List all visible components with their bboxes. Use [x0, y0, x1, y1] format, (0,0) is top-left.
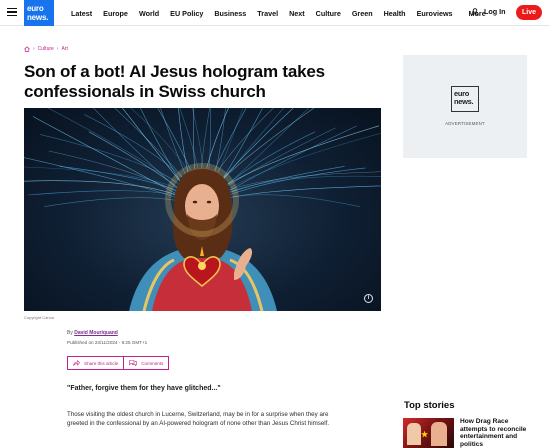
nav-latest[interactable]: Latest — [71, 9, 92, 18]
comments-label: Comments — [141, 360, 164, 366]
published-date: Published on 23/11/2024 - 9:25 GMT+1 — [67, 340, 148, 345]
article-body: Those visiting the oldest church in Luce… — [67, 411, 330, 428]
nav-health[interactable]: Health — [384, 9, 406, 18]
article-lead-quote: "Father, forgive them for they have glit… — [67, 385, 221, 392]
share-button[interactable]: Share this article — [67, 356, 125, 370]
site-header: euro news. Latest Europe World EU Policy… — [0, 0, 550, 26]
nav-europe[interactable]: Europe — [103, 9, 128, 18]
top-stories-heading: Top stories — [404, 400, 455, 411]
nav-eu-policy[interactable]: EU Policy — [170, 9, 203, 18]
nav-business[interactable]: Business — [214, 9, 246, 18]
comments-icon — [129, 360, 138, 366]
nav-travel[interactable]: Travel — [257, 9, 278, 18]
breadcrumb-art[interactable]: Art — [61, 46, 67, 52]
nav-euroviews[interactable]: Euroviews — [417, 9, 453, 18]
image-copyright: Copyright Canva — [24, 315, 54, 320]
info-icon[interactable]: i — [364, 294, 373, 303]
nav-next[interactable]: Next — [289, 9, 305, 18]
breadcrumb-culture[interactable]: Culture — [38, 46, 54, 52]
ad-label: ADVERTISEMENT — [445, 121, 485, 126]
hero-image: i — [24, 108, 381, 311]
nav-culture[interactable]: Culture — [316, 9, 341, 18]
byline: By David Mouriquand — [67, 330, 118, 336]
breadcrumb-separator: › — [33, 46, 35, 52]
nav-world[interactable]: World — [139, 9, 159, 18]
top-story-item[interactable]: ★ How Drag Race attempts to reconcile en… — [403, 418, 530, 448]
main-nav: Latest Europe World EU Policy Business T… — [71, 0, 497, 26]
user-icon — [471, 7, 479, 16]
author-link[interactable]: David Mouriquand — [74, 330, 118, 336]
nav-green[interactable]: Green — [352, 9, 373, 18]
menu-icon[interactable] — [7, 8, 17, 17]
login-button[interactable]: Log In — [471, 7, 506, 16]
hero-illustration — [24, 108, 381, 311]
breadcrumb: › Culture › Art — [24, 46, 68, 52]
logo-line-1: euro — [27, 4, 44, 13]
live-button[interactable]: Live — [516, 5, 542, 20]
share-row: Share this article Comments — [67, 356, 170, 370]
story-thumbnail: ★ — [403, 418, 454, 448]
comments-button[interactable]: Comments — [124, 356, 170, 370]
share-label: Share this article — [84, 360, 119, 366]
article-title: Son of a bot! AI Jesus hologram takes co… — [24, 62, 325, 101]
euronews-logo[interactable]: euro news. — [24, 0, 54, 26]
byline-prefix: By — [67, 330, 73, 336]
story-title[interactable]: How Drag Race attempts to reconcile ente… — [460, 418, 530, 448]
share-icon — [73, 360, 80, 366]
ad-logo-line-2: news. — [454, 97, 474, 106]
ad-logo: euro news. — [451, 86, 479, 112]
home-icon[interactable] — [24, 46, 30, 52]
login-label: Log In — [484, 7, 506, 16]
advertisement[interactable]: euro news. ADVERTISEMENT — [403, 55, 527, 158]
logo-line-2: news. — [27, 13, 49, 22]
breadcrumb-separator: › — [56, 46, 59, 52]
